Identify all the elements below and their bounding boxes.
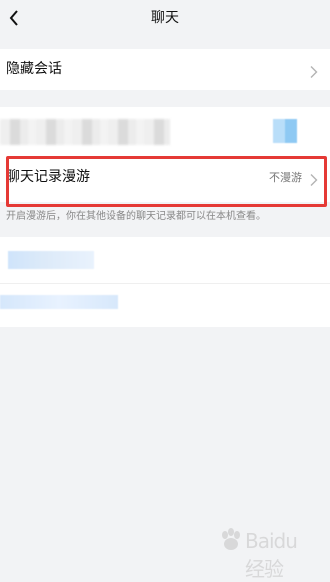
roaming-hint-text: 开启漫游后，你在其他设备的聊天记录都可以在本机查看。 <box>6 211 266 222</box>
top-nav-bar: 聊天 <box>0 0 330 36</box>
hidden-chats-label: 隐藏会话 <box>6 61 62 77</box>
divider <box>0 283 330 284</box>
blurred-list-item[interactable] <box>0 295 118 309</box>
paw-icon <box>222 528 240 550</box>
blurred-list-item[interactable] <box>8 251 94 269</box>
highlight-box <box>6 156 327 207</box>
hidden-chats-row[interactable]: 隐藏会话 <box>0 49 330 90</box>
blurred-content <box>0 119 170 145</box>
page-title: 聊天 <box>151 10 179 26</box>
watermark-text: Baidu经验 <box>245 529 298 581</box>
watermark-logo: Baidu经验 <box>218 527 308 581</box>
chevron-right-icon <box>310 63 318 78</box>
blurred-avatar <box>273 119 297 143</box>
settings-list-card <box>0 237 330 327</box>
